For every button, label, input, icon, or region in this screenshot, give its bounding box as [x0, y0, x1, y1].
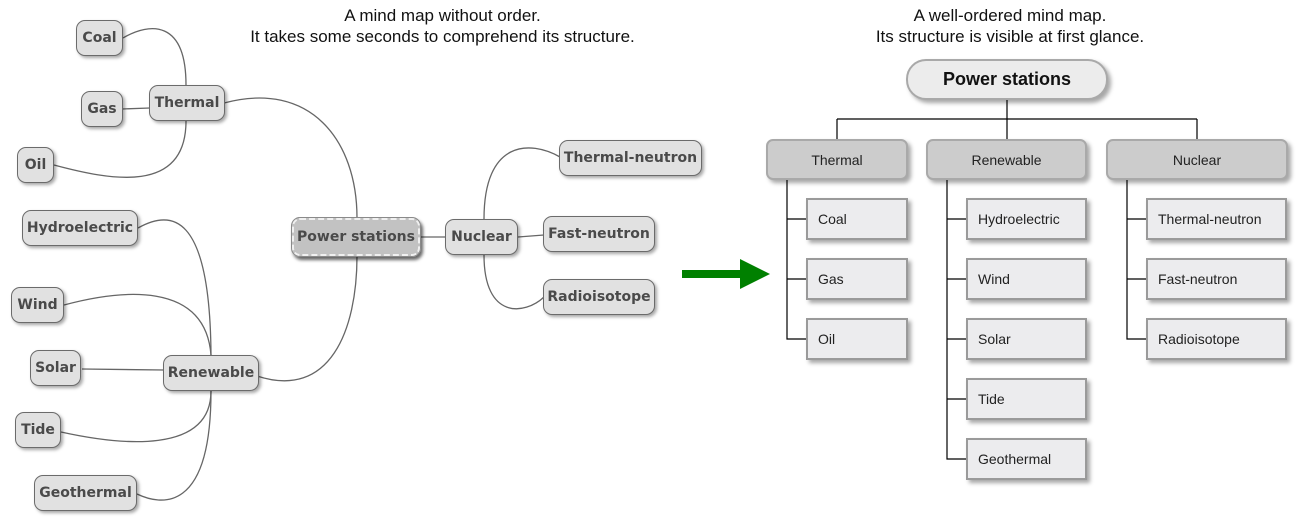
ordered-leaf-gas[interactable]: Gas [806, 258, 908, 300]
ordered-leaf-tide[interactable]: Tide [966, 378, 1087, 420]
edge-renewable-solar [81, 368, 165, 371]
edge-thermal-coal [122, 27, 187, 86]
edge-nuclear-tn [483, 147, 561, 220]
ordered-leaf-solar[interactable]: Solar [966, 318, 1087, 360]
messy-nuclear-node[interactable]: Nuclear [445, 219, 518, 255]
messy-hydroelectric-node[interactable]: Hydroelectric [22, 210, 138, 246]
edge-root-renewable [256, 255, 358, 382]
edge-thermal-oil [53, 120, 187, 178]
messy-gas-node[interactable]: Gas [81, 91, 123, 127]
ordered-leaf-hydroelectric[interactable]: Hydroelectric [966, 198, 1087, 240]
messy-thermal-node[interactable]: Thermal [149, 85, 225, 121]
messy-fast-neutron-node[interactable]: Fast-neutron [543, 216, 655, 252]
edge-renewable-tide [60, 390, 212, 443]
ordered-category-renewable[interactable]: Renewable [926, 139, 1087, 180]
messy-radioisotope-node[interactable]: Radioisotope [543, 279, 655, 315]
messy-map-connectors [53, 27, 561, 501]
ordered-leaf-geothermal[interactable]: Geothermal [966, 438, 1087, 480]
edge-renewable-geo [136, 390, 212, 501]
ordered-leaf-radioisotope[interactable]: Radioisotope [1146, 318, 1287, 360]
messy-thermal-neutron-node[interactable]: Thermal-neutron [559, 140, 702, 176]
ordered-leaf-thermal-neutron[interactable]: Thermal-neutron [1146, 198, 1287, 240]
messy-tide-node[interactable]: Tide [15, 412, 61, 448]
edge-nuclear-ri [483, 254, 545, 310]
edge-thermal-gas [121, 107, 151, 110]
edge-renewable-hydro [137, 219, 212, 356]
ordered-leaf-wind[interactable]: Wind [966, 258, 1087, 300]
messy-renewable-node[interactable]: Renewable [163, 355, 259, 391]
messy-oil-node[interactable]: Oil [17, 147, 54, 183]
messy-wind-node[interactable]: Wind [11, 287, 64, 323]
ordered-leaf-fast-neutron[interactable]: Fast-neutron [1146, 258, 1287, 300]
messy-solar-node[interactable]: Solar [30, 350, 81, 386]
edge-renewable-wind [63, 293, 212, 356]
ordered-root-node[interactable]: Power stations [906, 59, 1108, 100]
edge-nuclear-fn [517, 234, 545, 238]
ordered-leaf-oil[interactable]: Oil [806, 318, 908, 360]
messy-geothermal-node[interactable]: Geothermal [34, 475, 137, 511]
messy-root-node[interactable]: Power stations [291, 217, 421, 257]
messy-coal-node[interactable]: Coal [76, 20, 123, 56]
ordered-leaf-coal[interactable]: Coal [806, 198, 908, 240]
ordered-category-nuclear[interactable]: Nuclear [1106, 139, 1288, 180]
edge-root-thermal [223, 97, 358, 219]
ordered-category-thermal[interactable]: Thermal [766, 139, 908, 180]
